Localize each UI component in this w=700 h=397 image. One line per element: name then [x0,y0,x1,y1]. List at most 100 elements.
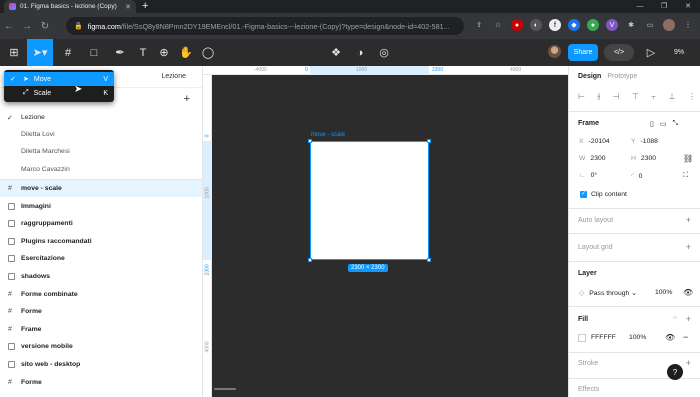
extension-blue-icon[interactable]: ◆ [568,19,580,31]
share-button[interactable]: Share [568,44,598,61]
layer-row[interactable]: Esercitazione [0,250,202,267]
w-field[interactable]: W 2300 [579,155,606,162]
avatar[interactable] [548,45,561,58]
fill-visibility-eye-icon[interactable]: 👁 [665,333,675,342]
minimize-icon[interactable]: — [628,0,652,13]
add-fill-icon[interactable]: + [686,314,691,324]
align-right-icon[interactable]: ⊣ [612,92,619,102]
add-page-icon[interactable]: + [184,93,190,105]
text-tool-icon[interactable]: T [134,39,152,66]
resize-handle-br[interactable] [427,258,431,262]
constrain-proportions-icon[interactable]: ⛓ [683,154,693,163]
dev-mode-toggle[interactable]: </> [604,44,634,61]
h-field[interactable]: H 2300 [631,155,656,162]
frame-tool-icon[interactable]: # [56,39,80,66]
independent-corners-icon[interactable]: ⛶ [683,172,688,180]
portrait-icon[interactable]: ▯ [650,120,654,128]
menu-item-move[interactable]: ✓ ➤ Move V [4,72,114,86]
resources-tool-icon[interactable]: ⊕ [155,39,173,66]
resize-handle-tl[interactable] [308,139,312,143]
page-item[interactable]: ✓ Lezione [0,109,202,126]
visibility-eye-icon[interactable]: 👁 [683,288,693,297]
fill-opacity[interactable]: 100% [629,334,646,341]
tab-prototype[interactable]: Prototype [607,73,637,80]
frame-name-label[interactable]: move - scale [311,132,345,138]
lock-icon[interactable]: 🔒 [74,22,83,30]
menu-item-scale[interactable]: ⤢ Scale K [4,86,114,100]
align-left-icon[interactable]: ⊢ [578,92,585,102]
extension-purple-icon[interactable]: V [606,19,618,31]
layer-row[interactable]: Plugins raccomandati [0,233,202,250]
fill-styles-icon[interactable]: ⁘ [672,314,678,322]
mask-icon[interactable]: ◑ [351,39,369,66]
move-tool-button[interactable]: ➤▾ [27,39,53,66]
browser-tab[interactable]: 01. Figma basics - lezione (Copy) ✕ [4,0,136,13]
x-field[interactable]: X -20104 [579,138,610,145]
boolean-icon[interactable]: ◎ [375,39,393,66]
stroke-title[interactable]: Stroke [578,360,598,367]
close-tab-icon[interactable]: ✕ [125,3,131,11]
present-icon[interactable]: ▷ [640,39,662,66]
pen-tool-icon[interactable]: ✒ [108,39,132,66]
shape-tool-icon[interactable]: □ [82,39,106,66]
align-vcenter-icon[interactable]: ⫟ [651,92,656,102]
layer-row[interactable]: # Forme combinate [0,286,202,303]
help-button[interactable]: ? [667,364,683,380]
back-icon[interactable]: ← [0,21,18,32]
layer-opacity[interactable]: 100% [655,289,672,296]
layer-row[interactable]: # move - scale [0,180,202,197]
resize-handle-tr[interactable] [427,139,431,143]
add-stroke-icon[interactable]: + [686,358,691,368]
layer-row[interactable]: # Frame [0,321,202,338]
layer-row[interactable]: sito web - desktop [0,356,202,373]
blend-mode-select[interactable]: ◇ Pass through ⌄ [579,289,637,297]
align-top-icon[interactable]: ⊤ [632,92,639,102]
align-hcenter-icon[interactable]: ⫲ [597,92,600,102]
remove-fill-icon[interactable]: − [683,332,688,342]
extension-red-icon[interactable]: ● [511,19,523,31]
new-tab-icon[interactable]: + [142,0,148,13]
resize-handle-bl[interactable] [308,258,312,262]
extension-shield-icon[interactable]: ◐ [530,19,542,31]
page-item[interactable]: Marco Cavazzin [0,161,202,178]
components-icon[interactable]: ❖ [327,39,345,66]
fill-hex-value[interactable]: FFFFFF [591,334,616,341]
close-window-icon[interactable]: ✕ [676,0,700,13]
layer-row[interactable]: Immagini [0,198,202,215]
align-bottom-icon[interactable]: ⊥ [669,92,676,102]
rotation-field[interactable]: ∟ 0° [579,172,597,179]
tab-design[interactable]: Design [578,73,601,80]
auto-layout-title[interactable]: Auto layout [578,217,613,224]
selected-frame[interactable] [310,141,429,260]
layer-row[interactable]: raggruppamenti [0,215,202,232]
reload-icon[interactable]: ↻ [36,21,54,32]
page-item[interactable]: Diletta Lovi [0,126,202,143]
comment-tool-icon[interactable]: ◯ [199,39,217,66]
main-menu-icon[interactable]: ⊞ [2,39,26,66]
layer-row[interactable]: shadows [0,268,202,285]
radius-field[interactable]: ◜ 0 [631,172,642,180]
frame-section-title[interactable]: Frame [578,120,599,127]
layer-row[interactable]: # Forme [0,303,202,320]
browser-menu-icon[interactable]: ⋮ [682,19,694,31]
sidepanel-icon[interactable]: ▭ [644,19,656,31]
layout-grid-title[interactable]: Layout grid [578,244,613,251]
resize-to-fit-icon[interactable]: ⤡ [672,120,678,128]
y-field[interactable]: Y -1088 [631,138,658,145]
hand-tool-icon[interactable]: ✋ [177,39,195,66]
add-auto-layout-icon[interactable]: + [686,215,691,225]
add-layout-grid-icon[interactable]: + [686,242,691,252]
layer-row[interactable]: versione mobile [0,338,202,355]
fill-color-swatch[interactable] [578,334,586,342]
bookmark-star-icon[interactable]: ☆ [492,19,504,31]
clip-content-checkbox[interactable]: ✓ [580,191,587,198]
forward-icon[interactable]: → [18,21,36,32]
maximize-icon[interactable]: ❐ [652,0,676,13]
layer-row[interactable]: # Forme [0,374,202,391]
landscape-icon[interactable]: ▭ [660,120,667,128]
extensions-puzzle-icon[interactable]: ✱ [625,19,637,31]
extension-f-icon[interactable]: f [549,19,561,31]
page-item[interactable]: Diletta Marchesi [0,143,202,160]
extension-green-icon[interactable]: ● [587,19,599,31]
profile-avatar-icon[interactable] [663,19,675,31]
